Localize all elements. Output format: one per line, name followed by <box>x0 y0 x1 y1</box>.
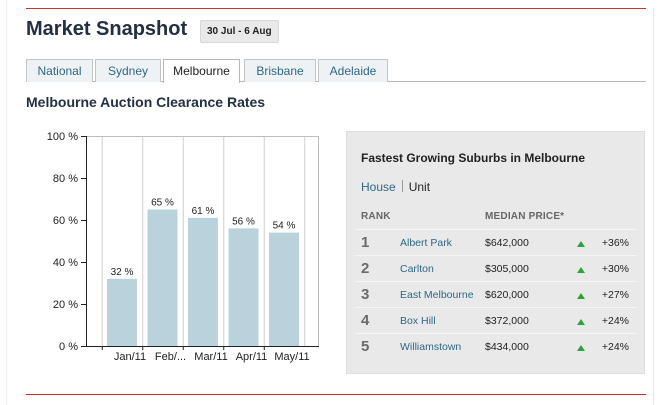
page-title: Market Snapshot <box>26 18 188 40</box>
tab-national[interactable]: National <box>26 59 93 82</box>
median-price: $434,000 <box>485 341 529 353</box>
suburb-row: 3 East Melbourne $620,000 +27% <box>355 281 637 307</box>
top-divider <box>26 8 646 9</box>
y-tick-label: 100 % <box>47 131 78 143</box>
bar-value-label: 65 % <box>151 198 174 209</box>
suburb-row: 5 Williamstown $434,000 +24% <box>355 333 637 359</box>
house-toggle[interactable]: House <box>361 180 396 194</box>
chart-bars <box>107 209 299 346</box>
bar <box>147 209 178 346</box>
rank-number: 5 <box>361 338 370 355</box>
suburb-link[interactable]: Carlton <box>400 263 434 275</box>
y-tick-label: 20 % <box>53 299 78 311</box>
suburb-link[interactable]: Williamstown <box>400 341 461 353</box>
suburb-row: 4 Box Hill $372,000 +24% <box>355 307 637 333</box>
y-tick-label: 0 % <box>59 341 78 353</box>
growth-percent: +30% <box>601 263 629 275</box>
toggle-separator <box>401 180 403 192</box>
city-tabs: National Sydney Melbourne Brisbane Adela… <box>26 59 646 83</box>
suburb-link[interactable]: East Melbourne <box>400 289 474 301</box>
y-tick-label: 40 % <box>53 257 78 269</box>
y-tick-labels: 0 % 20 % 40 % 60 % 80 % 100 % <box>47 131 78 353</box>
suburb-link[interactable]: Albert Park <box>400 237 452 249</box>
up-arrow-icon <box>577 241 585 247</box>
x-tick-labels: Jan/11 Feb/... Mar/11 Apr/11 May/11 <box>114 351 310 363</box>
x-tick-label: May/11 <box>274 351 309 363</box>
up-arrow-icon <box>577 293 585 299</box>
rank-number: 3 <box>361 286 370 303</box>
rank-number: 4 <box>361 312 370 329</box>
y-tick-label: 60 % <box>53 215 78 227</box>
suburb-link[interactable]: Box Hill <box>400 315 436 327</box>
bar <box>228 228 259 346</box>
rank-number: 1 <box>361 234 370 251</box>
median-price: $372,000 <box>485 315 529 327</box>
price-column-header: MEDIAN PRICE* <box>485 211 565 222</box>
bar-value-label: 54 % <box>273 221 296 232</box>
x-tick-label: Feb/... <box>155 351 186 363</box>
fastest-growing-suburbs-panel: Fastest Growing Suburbs in Melbourne Hou… <box>346 131 645 374</box>
median-price: $642,000 <box>485 237 529 249</box>
bar-value-label: 32 % <box>111 267 134 278</box>
rank-number: 2 <box>361 260 370 277</box>
suburb-row: 1 Albert Park $642,000 +36% <box>355 229 637 255</box>
x-tick-label: Mar/11 <box>194 351 227 363</box>
right-border <box>653 8 654 405</box>
bar-value-label: 61 % <box>192 206 215 217</box>
bar <box>188 217 218 346</box>
growth-percent: +27% <box>601 289 629 301</box>
tab-brisbane[interactable]: Brisbane <box>244 59 316 82</box>
median-price: $305,000 <box>485 263 529 275</box>
bar-value-label: 56 % <box>232 216 255 227</box>
x-tick-label: Apr/11 <box>236 351 268 363</box>
bar <box>107 278 137 346</box>
panel-title: Fastest Growing Suburbs in Melbourne <box>361 151 586 165</box>
suburb-row: 2 Carlton $305,000 +30% <box>355 255 637 281</box>
bottom-divider <box>26 394 646 395</box>
clearance-rate-chart: 0 % 20 % 40 % 60 % 80 % 100 % Jan/11 Feb/... Ma… <box>47 131 319 363</box>
x-tick-label: Jan/11 <box>114 351 146 363</box>
tab-sydney[interactable]: Sydney <box>95 59 161 82</box>
growth-percent: +24% <box>601 315 629 327</box>
up-arrow-icon <box>577 319 585 325</box>
median-price: $620,000 <box>485 289 529 301</box>
up-arrow-icon <box>577 345 585 351</box>
up-arrow-icon <box>577 267 585 273</box>
growth-percent: +24% <box>601 341 629 353</box>
rank-column-header: RANK <box>361 211 391 222</box>
section-title: Melbourne Auction Clearance Rates <box>26 94 266 110</box>
unit-toggle[interactable]: Unit <box>409 180 430 194</box>
growth-percent: +36% <box>601 237 629 249</box>
property-type-toggle: House Unit <box>361 180 430 194</box>
tab-melbourne[interactable]: Melbourne <box>163 59 240 83</box>
bar <box>269 232 299 346</box>
y-tick-label: 80 % <box>53 173 78 185</box>
date-range-badge: 30 Jul - 6 Aug <box>200 20 279 43</box>
tab-adelaide[interactable]: Adelaide <box>318 59 388 82</box>
